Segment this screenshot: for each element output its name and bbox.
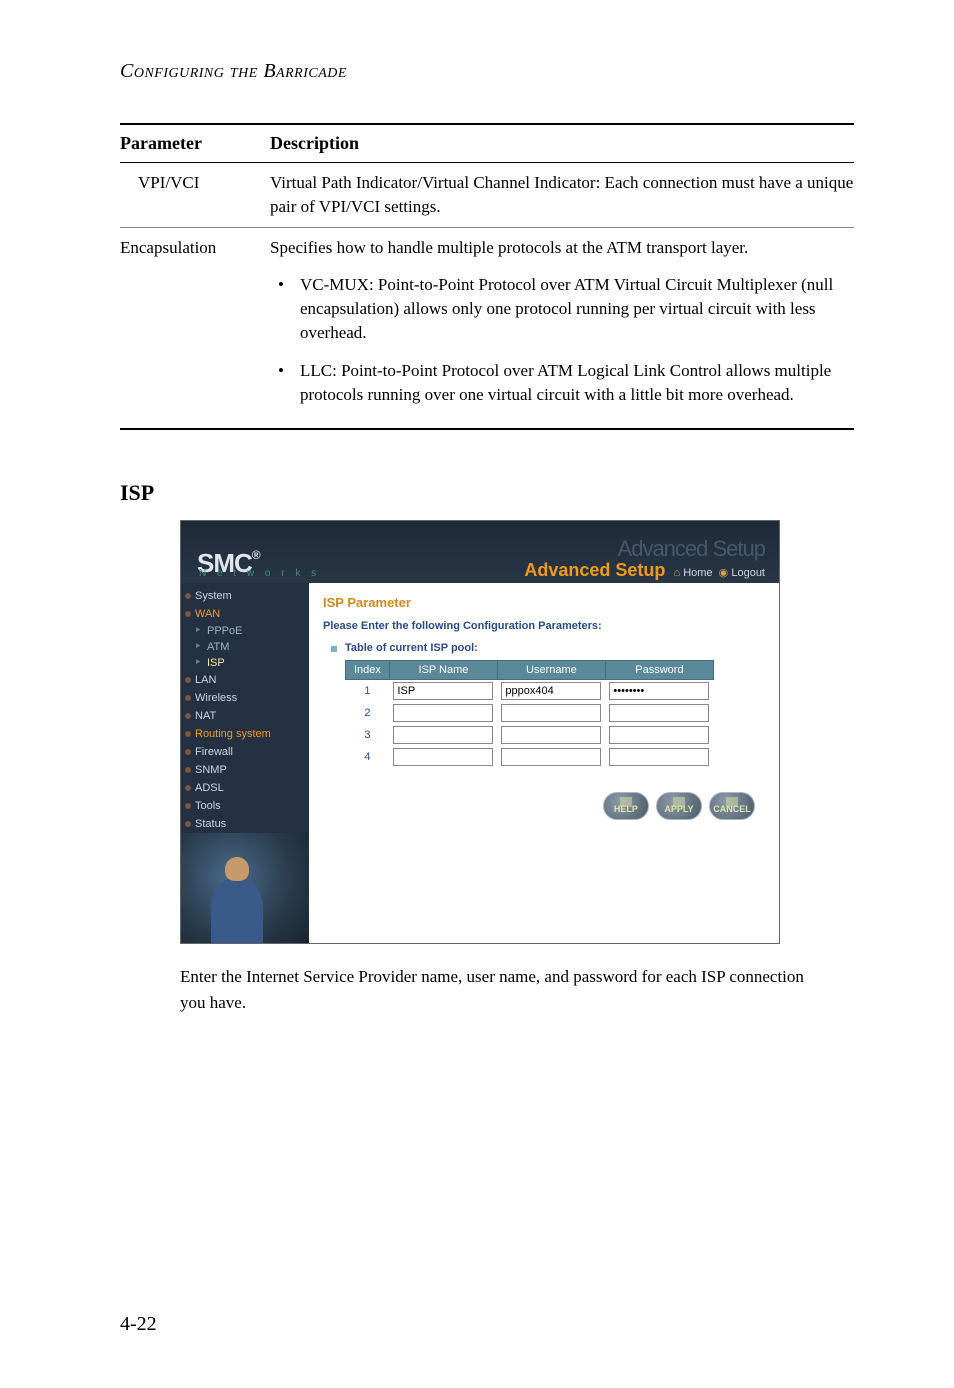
username-input[interactable]	[501, 726, 601, 744]
param-name: VPI/VCI	[120, 163, 270, 228]
figure-caption: Enter the Internet Service Provider name…	[180, 964, 820, 1015]
sidebar-item-adsl[interactable]: ADSL	[181, 779, 309, 797]
sidebar-item-firewall[interactable]: Firewall	[181, 743, 309, 761]
table-row: 2	[346, 702, 714, 724]
registered-icon: ®	[252, 548, 260, 562]
home-link[interactable]: Home	[683, 567, 712, 579]
home-icon: ⌂	[673, 567, 680, 579]
table-row: 3	[346, 724, 714, 746]
router-content: ISP Parameter Please Enter the following…	[309, 583, 779, 943]
help-button[interactable]: HELP	[603, 792, 649, 820]
isp-pool-table: Index ISP Name Username Password 1 2	[345, 660, 714, 768]
apply-button[interactable]: APPLY	[656, 792, 702, 820]
logout-link[interactable]: Logout	[731, 567, 765, 579]
bullet-item: LLC: Point-to-Point Protocol over ATM Lo…	[300, 359, 844, 407]
table-row: 1	[346, 680, 714, 703]
sidebar-subitem-isp[interactable]: ISP	[181, 655, 309, 671]
col-index: Index	[346, 661, 390, 680]
isp-name-input[interactable]	[393, 726, 493, 744]
password-input[interactable]	[609, 704, 709, 722]
banner-ghost-text: Advanced Setup	[524, 538, 765, 560]
bullet-item: VC-MUX: Point-to-Point Protocol over ATM…	[300, 273, 844, 344]
param-desc: Virtual Path Indicator/Virtual Channel I…	[270, 163, 854, 228]
col-username: Username	[497, 661, 605, 680]
cancel-button[interactable]: CANCEL	[709, 792, 755, 820]
sidebar: System WAN PPPoE ATM ISP LAN Wireless NA…	[181, 583, 309, 943]
banner-title: Advanced Setup ⌂ Home ◉ Logout	[524, 560, 765, 581]
sidebar-subitem-atm[interactable]: ATM	[181, 639, 309, 655]
param-desc-text: Specifies how to handle multiple protoco…	[270, 236, 854, 260]
sidebar-item-system[interactable]: System	[181, 587, 309, 605]
col-header-description: Description	[270, 124, 854, 163]
banner-advanced-word: Advanced	[524, 560, 615, 580]
table-label: Table of current ISP pool:	[345, 642, 765, 654]
sidebar-item-snmp[interactable]: SNMP	[181, 761, 309, 779]
password-input[interactable]	[609, 726, 709, 744]
username-input[interactable]	[501, 682, 601, 700]
cell-index: 1	[346, 680, 390, 703]
isp-name-input[interactable]	[393, 704, 493, 722]
parameter-table: Parameter Description VPI/VCI Virtual Pa…	[120, 123, 854, 430]
table-row: 4	[346, 746, 714, 768]
sidebar-item-lan[interactable]: LAN	[181, 671, 309, 689]
sidebar-decorative-image	[181, 833, 309, 943]
username-input[interactable]	[501, 748, 601, 766]
banner-setup-word: Setup	[615, 560, 665, 580]
sidebar-item-nat[interactable]: NAT	[181, 707, 309, 725]
router-admin-screenshot: SMC® N e t w o r k s Advanced Setup Adva…	[180, 520, 780, 944]
logout-icon: ◉	[719, 567, 729, 579]
table-row: VPI/VCI Virtual Path Indicator/Virtual C…	[120, 163, 854, 228]
brand-subtext: N e t w o r k s	[199, 568, 320, 579]
param-name: Encapsulation	[120, 227, 270, 429]
cell-index: 2	[346, 702, 390, 724]
sidebar-item-wan[interactable]: WAN	[181, 605, 309, 623]
sidebar-subitem-pppoe[interactable]: PPPoE	[181, 623, 309, 639]
sidebar-item-wireless[interactable]: Wireless	[181, 689, 309, 707]
chapter-title: Configuring the Barricade	[120, 60, 854, 83]
content-subheading: Please Enter the following Configuration…	[323, 620, 765, 632]
cell-index: 3	[346, 724, 390, 746]
page-number: 4-22	[120, 1313, 157, 1336]
router-header: SMC® N e t w o r k s Advanced Setup Adva…	[181, 521, 779, 583]
cell-index: 4	[346, 746, 390, 768]
sidebar-item-tools[interactable]: Tools	[181, 797, 309, 815]
table-row: Encapsulation Specifies how to handle mu…	[120, 227, 854, 429]
param-desc: Specifies how to handle multiple protoco…	[270, 227, 854, 429]
sidebar-item-status[interactable]: Status	[181, 815, 309, 833]
col-password: Password	[605, 661, 713, 680]
section-heading-isp: ISP	[120, 480, 854, 506]
isp-name-input[interactable]	[393, 682, 493, 700]
content-heading: ISP Parameter	[323, 595, 765, 610]
col-header-parameter: Parameter	[120, 124, 270, 163]
button-row: HELP APPLY CANCEL	[323, 768, 765, 820]
password-input[interactable]	[609, 748, 709, 766]
password-input[interactable]	[609, 682, 709, 700]
sidebar-item-routing[interactable]: Routing system	[181, 725, 309, 743]
col-isp-name: ISP Name	[389, 661, 497, 680]
username-input[interactable]	[501, 704, 601, 722]
isp-name-input[interactable]	[393, 748, 493, 766]
